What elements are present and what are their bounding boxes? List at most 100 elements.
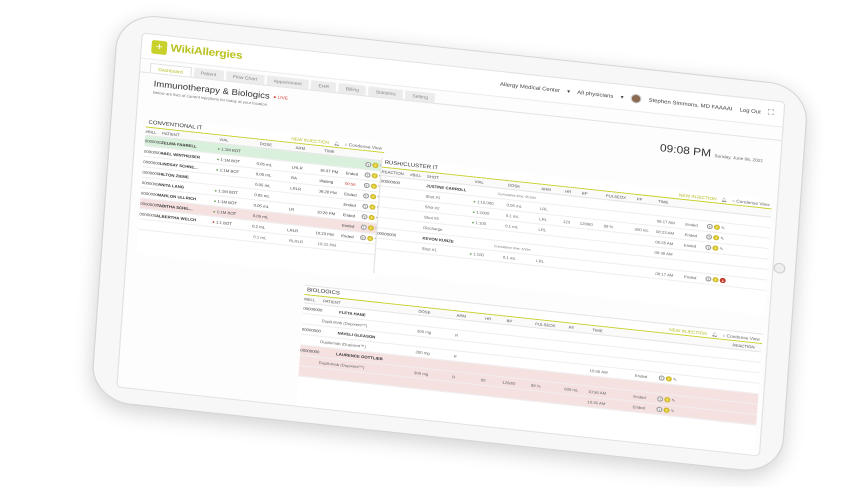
arm: LRLR — [290, 185, 302, 192]
status: Ended — [343, 201, 356, 208]
live-label: LIVE — [277, 94, 289, 101]
warning-icon[interactable]: ! — [712, 276, 719, 283]
t-icon[interactable]: T — [706, 223, 713, 230]
expand-icon[interactable]: ⛶ — [768, 109, 774, 118]
bill-number: 00000000 — [141, 180, 159, 187]
t-icon[interactable]: T — [364, 161, 372, 168]
status: Ended — [634, 373, 648, 379]
dose: 0.1 mL — [504, 223, 519, 230]
status: Ended — [341, 233, 354, 239]
warning-icon[interactable]: ! — [663, 407, 670, 414]
dose: 0.05 mL — [253, 202, 270, 209]
dose: 0.05 mL — [252, 213, 269, 220]
t-icon[interactable]: T — [360, 224, 367, 231]
avatar[interactable] — [630, 93, 642, 104]
status: Ended — [342, 212, 356, 218]
warning-icon[interactable]: ! — [372, 162, 379, 169]
warning-icon[interactable]: ! — [367, 225, 374, 231]
t-icon[interactable]: T — [658, 375, 665, 382]
warning-icon[interactable]: ! — [712, 245, 719, 252]
conventional-it-panel: CONVENTIONAL IT NEW INJECTION 🔔︎ ○ Conde… — [136, 118, 385, 280]
pulseox — [603, 236, 634, 239]
physician-select[interactable]: All physicians — [577, 89, 614, 99]
dose: 0.1 mL — [253, 234, 267, 240]
bp: 120/80 — [579, 220, 593, 227]
drug-spacer — [299, 371, 318, 373]
pencil-icon[interactable]: ✎ — [719, 246, 723, 252]
vial — [471, 232, 504, 236]
t-icon[interactable]: T — [705, 234, 713, 240]
warning-icon[interactable]: ! — [664, 396, 671, 403]
row-actions: T!✎ — [705, 234, 725, 242]
row-actions: T!✎ — [705, 244, 724, 252]
hr — [562, 242, 579, 244]
warning-icon[interactable]: ! — [371, 172, 378, 179]
arm: LRLR — [287, 227, 299, 233]
time: 08:23 AM — [655, 229, 675, 236]
warning-icon[interactable]: ! — [369, 204, 376, 211]
col-time: TIME — [324, 148, 335, 154]
location-select[interactable]: Allergy Medical Center — [500, 81, 560, 94]
pf — [634, 239, 655, 241]
vial-value: 1:100 — [475, 220, 487, 226]
pencil-icon[interactable]: ✎ — [673, 377, 677, 383]
arm: LRL — [536, 258, 545, 264]
pf: 600 mL — [564, 386, 579, 393]
col-reaction: REACTION — [732, 342, 755, 350]
col-bp: BP — [506, 318, 513, 324]
home-button[interactable] — [773, 262, 786, 275]
logout-button[interactable]: Log Out — [739, 107, 761, 116]
status: Ended — [344, 191, 357, 197]
warning-icon[interactable]: ! — [366, 235, 374, 242]
pencil-icon[interactable]: ✎ — [720, 236, 724, 242]
pencil-icon[interactable]: ✎ — [721, 225, 725, 231]
t-icon[interactable]: T — [705, 276, 712, 282]
col-pf: PF — [636, 196, 643, 202]
pencil-icon[interactable]: ✎ — [671, 408, 675, 414]
warning-icon[interactable]: ! — [369, 193, 377, 200]
t-icon[interactable]: T — [359, 234, 367, 241]
stop-icon[interactable]: ● — [719, 277, 726, 284]
time — [591, 349, 636, 354]
t-icon[interactable]: T — [361, 203, 369, 210]
rush-cluster-it-panel: RUSH/CLUSTER IT NEW INJECTION 🔔︎ ○ Conde… — [373, 158, 773, 315]
bill-number: 00000000 — [143, 159, 160, 166]
shot-spacer — [378, 222, 423, 227]
warning-icon[interactable]: ! — [713, 224, 721, 231]
bell-icon[interactable]: 🔔︎ — [711, 331, 717, 337]
col-bill: #BILL — [303, 296, 316, 302]
vial-value: 1:10,000 — [476, 199, 494, 206]
t-icon[interactable]: T — [363, 182, 370, 189]
stage: + WikiAllergies Allergy Medical Center ▾… — [0, 0, 852, 487]
pf — [633, 250, 654, 252]
warning-icon[interactable]: ! — [665, 375, 672, 382]
bell-icon[interactable]: 🔔︎ — [334, 140, 340, 146]
vial: ● 1:10,000 — [473, 199, 507, 207]
live-badge: ● LIVE — [273, 93, 289, 101]
vial: ● 1:1M BOT — [216, 167, 256, 175]
logo[interactable]: + WikiAllergies — [151, 39, 243, 63]
arm: RLRLR — [288, 238, 304, 244]
t-icon[interactable]: T — [362, 192, 370, 199]
logo-icon: + — [151, 39, 168, 56]
row-actions: T! ● — [705, 276, 727, 284]
pencil-icon[interactable]: ✎ — [671, 398, 675, 404]
arm: LRL — [539, 206, 548, 212]
pf — [567, 347, 591, 350]
dose: 0.1 mL — [502, 254, 517, 261]
warning-icon[interactable]: ! — [368, 214, 375, 221]
t-icon[interactable]: T — [364, 172, 371, 178]
warning-icon[interactable]: ! — [713, 234, 720, 241]
bell-icon[interactable]: 🔔︎ — [721, 196, 727, 202]
col-bill: #BILL — [145, 129, 157, 135]
arm — [289, 198, 317, 201]
t-icon[interactable]: T — [705, 244, 712, 251]
warning-icon[interactable]: ! — [370, 183, 377, 190]
t-icon[interactable]: T — [361, 213, 368, 220]
chevron-down-icon: ▾ — [620, 93, 624, 101]
t-icon[interactable]: T — [656, 396, 664, 402]
dose: 0.05 mL — [256, 161, 273, 167]
status: 00:56 — [344, 181, 356, 187]
user-name[interactable]: Stephen Simmons, MD FAAAAI — [648, 97, 732, 112]
t-icon[interactable]: T — [656, 406, 663, 413]
